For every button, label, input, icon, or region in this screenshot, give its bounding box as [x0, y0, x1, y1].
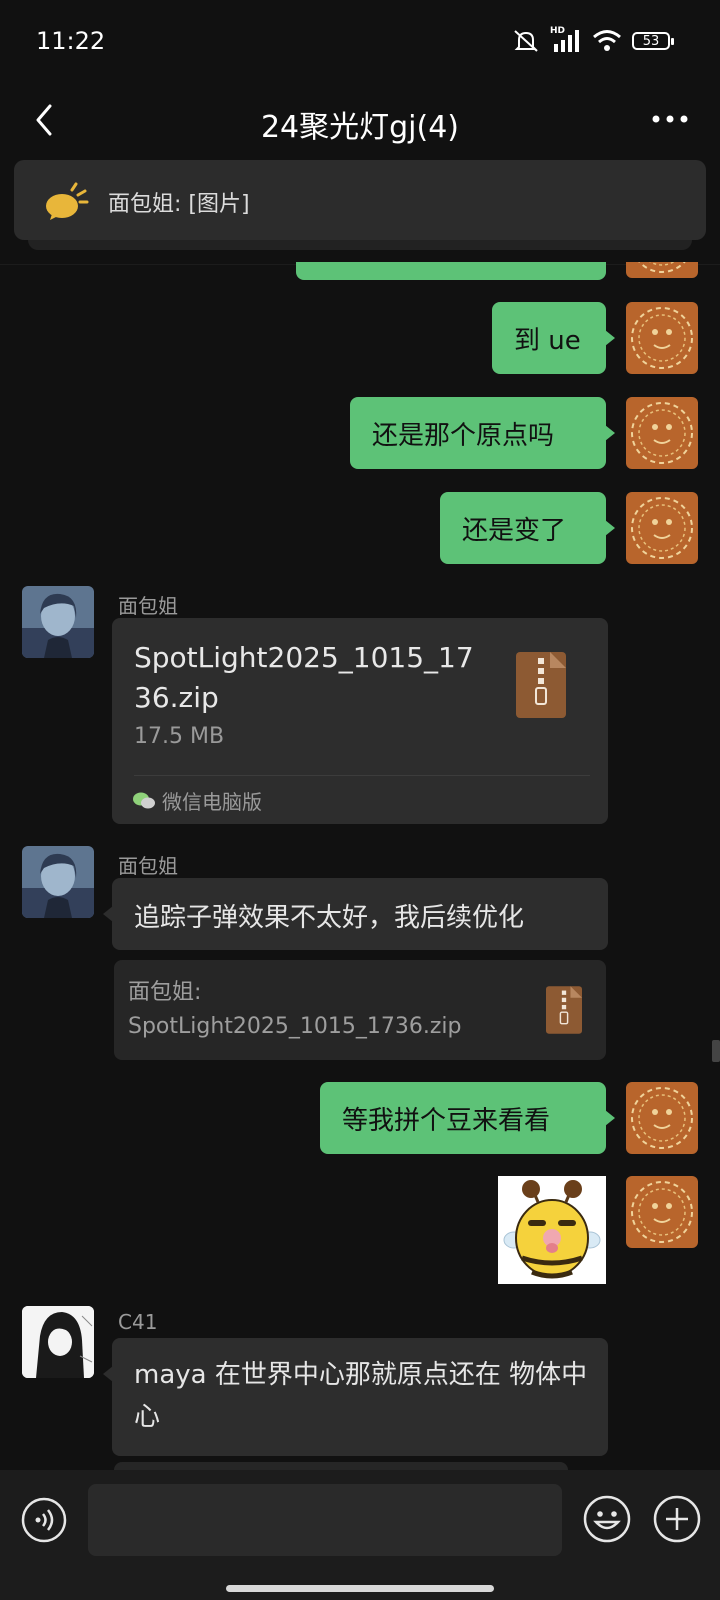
my-avatar[interactable] [626, 1082, 698, 1154]
file-source: 微信电脑版 [132, 786, 262, 815]
message-bubble-8[interactable]: maya 在世界中心那就原点还在 物体中心 [103, 1338, 608, 1456]
pinned-message-text: 面包姐: [图片] [108, 192, 250, 217]
sender-avatar[interactable] [22, 1306, 94, 1378]
my-avatar[interactable] [626, 1176, 698, 1248]
file-source-label: 微信电脑版 [162, 790, 262, 814]
signal-icon: HD [550, 26, 582, 54]
message-text: maya 在世界中心那就原点还在 物体中心 [134, 1360, 588, 1432]
bee-sticker-icon [503, 1180, 601, 1279]
my-avatar[interactable] [626, 397, 698, 469]
sender-name: 面包姐 [118, 594, 178, 618]
wifi-icon [593, 30, 621, 51]
my-avatar[interactable] [626, 492, 698, 564]
plus-icon[interactable] [652, 1494, 702, 1544]
status-time: 11:22 [36, 27, 106, 55]
chat-header: 24聚光灯gj(4) [0, 88, 720, 158]
home-indicator[interactable] [226, 1585, 494, 1592]
mute-icon [514, 30, 538, 52]
scrollbar-thumb[interactable] [712, 1040, 720, 1062]
file-divider [134, 775, 590, 776]
voice-icon[interactable] [20, 1496, 68, 1544]
message-bubble-1[interactable]: 到 ue [492, 302, 615, 374]
input-bar [0, 1470, 720, 1600]
message-bubble-6[interactable]: 等我拼个豆来看看 [320, 1082, 615, 1154]
more-icon[interactable] [650, 104, 690, 134]
file-name: SpotLight2025_1015_1736.zip [134, 641, 474, 714]
message-bubble-2[interactable]: 还是那个原点吗 [350, 397, 615, 469]
message-input[interactable] [88, 1484, 562, 1556]
sender-name: C41 [118, 1310, 158, 1334]
partial-avatar[interactable] [626, 262, 698, 278]
wechat-icon [133, 792, 155, 808]
message-bubble-3[interactable]: 还是变了 [440, 492, 615, 564]
message-text: 追踪子弹效果不太好，我后续优化 [134, 903, 525, 933]
sender-avatar[interactable] [22, 846, 94, 918]
sender-avatar[interactable] [22, 586, 94, 658]
chat-title: 24聚光灯gj(4) [260, 110, 460, 145]
sender-name: 面包姐 [118, 854, 178, 878]
quoted-reply[interactable]: 面包姐: SpotLight2025_1015_1736.zip [114, 960, 606, 1060]
emoji-icon[interactable] [582, 1494, 632, 1544]
partial-message-bubble[interactable] [296, 262, 606, 280]
file-size: 17.5 MB [134, 724, 225, 749]
status-icons: HD 53 [512, 26, 674, 54]
quoted-sender: 面包姐: [128, 980, 202, 1005]
manga-avatar-icon [22, 1306, 94, 1378]
my-avatar[interactable] [626, 302, 698, 374]
file-message-card[interactable]: SpotLight2025_1015_1736.zip 17.5 MB 微信电脑… [112, 618, 608, 824]
sticker-message[interactable] [498, 1176, 606, 1284]
message-bubble-5[interactable]: 追踪子弹效果不太好，我后续优化 [103, 878, 608, 950]
zip-file-icon [516, 652, 566, 718]
zip-file-icon [546, 986, 582, 1034]
pinned-message-bar[interactable]: 面包姐: [图片] [14, 160, 706, 240]
status-bar: 11:22 HD 53 [0, 0, 720, 88]
quoted-file-name: SpotLight2025_1015_1736.zip [128, 1014, 462, 1039]
announcement-icon [46, 182, 89, 220]
battery-icon: 53 [632, 32, 674, 50]
